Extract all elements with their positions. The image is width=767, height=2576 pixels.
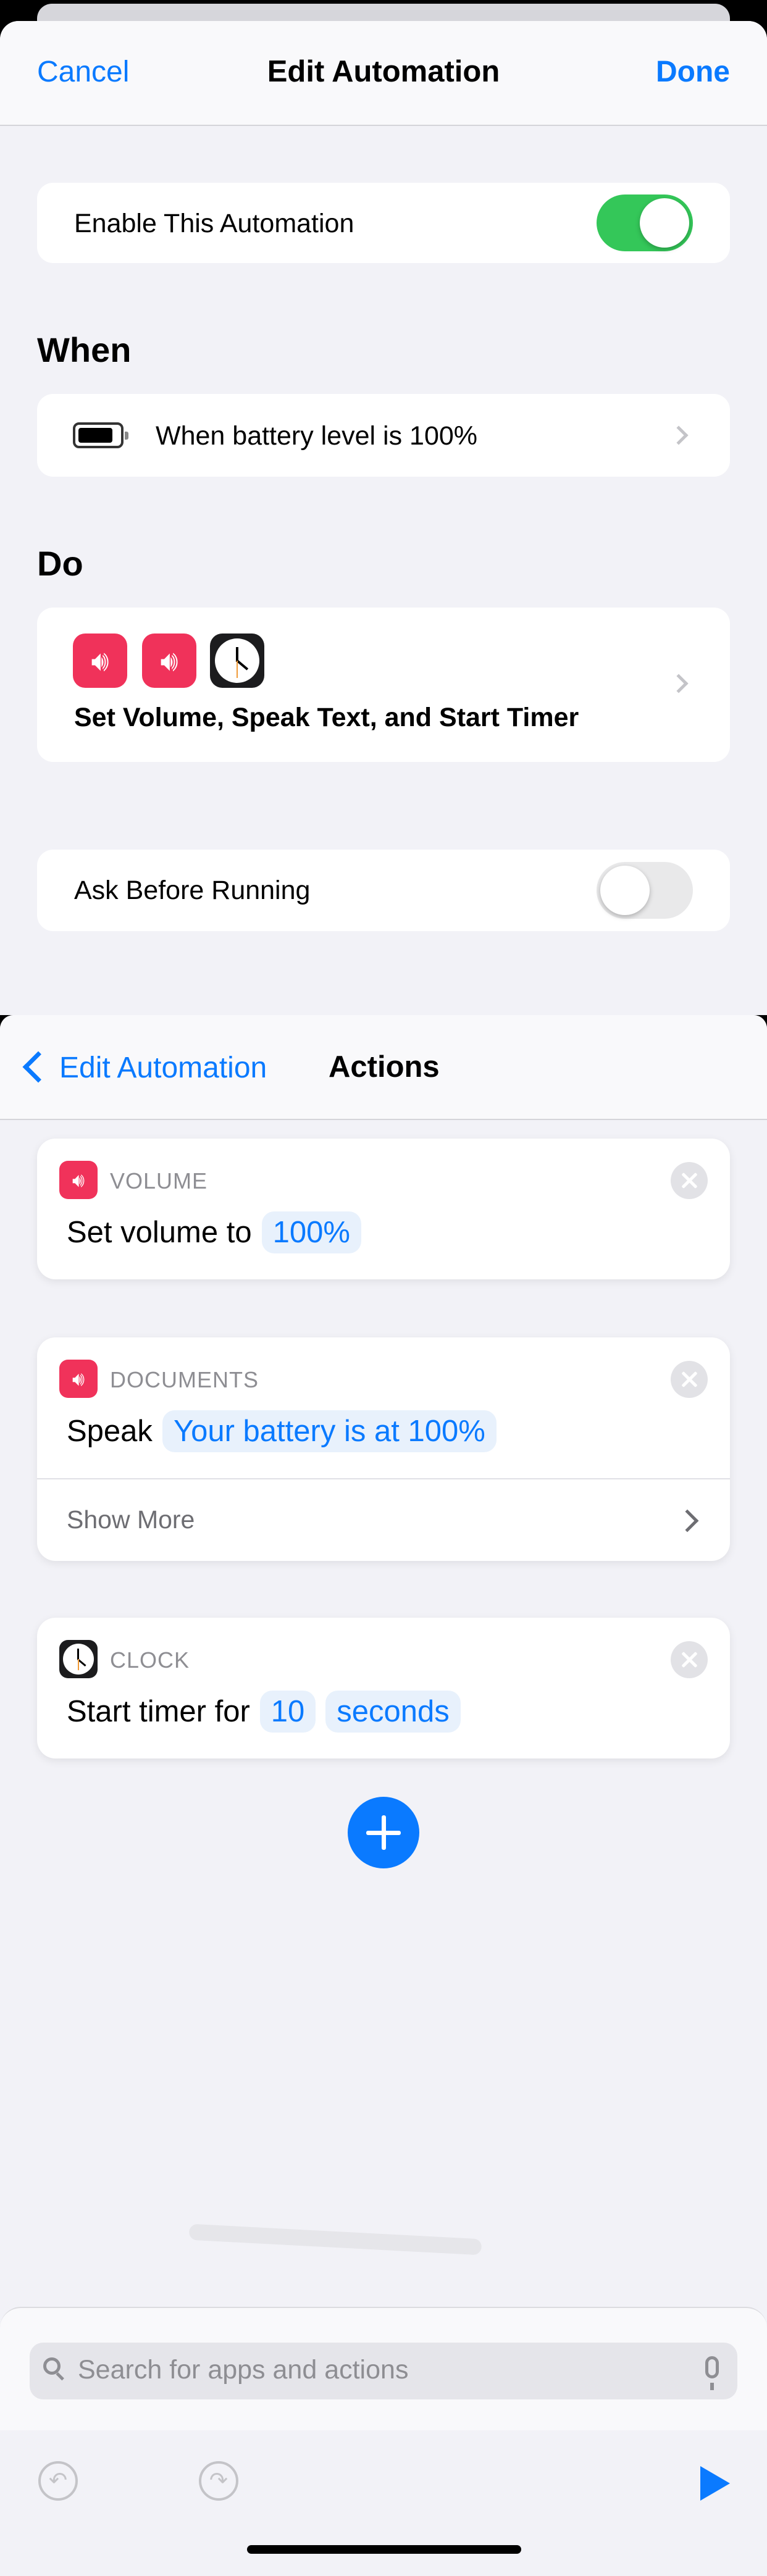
timer-duration-token[interactable]: 10 (259, 1691, 316, 1733)
action-card-set-volume: 🔊︎ VOLUME Set volume to 100% (37, 1139, 730, 1279)
close-icon[interactable] (671, 1361, 708, 1398)
toggle-knob (640, 198, 689, 248)
scroll-grabber (188, 2223, 482, 2256)
volume-value-token[interactable]: 100% (261, 1211, 361, 1253)
when-section-header: When (37, 330, 132, 369)
navigation-bar: Edit Automation Actions (0, 1015, 767, 1120)
when-trigger-row[interactable]: When battery level is 100% (37, 394, 730, 477)
close-icon[interactable] (671, 1162, 708, 1199)
navigation-bar: Cancel Edit Automation Done (0, 21, 767, 126)
speaker-icon: 🔊︎ (59, 1360, 98, 1398)
search-input[interactable]: Search for apps and actions (78, 2355, 408, 2385)
timer-unit-token[interactable]: seconds (325, 1691, 461, 1733)
home-indicator (247, 2545, 521, 2554)
speaker-icon: 🔊︎ (59, 1161, 98, 1199)
bottom-toolbar: ↶ ↷ (0, 2430, 767, 2576)
search-icon (43, 2357, 65, 2381)
action-sentence: Start timer for 10 seconds (67, 1691, 461, 1733)
search-field[interactable]: Search for apps and actions (30, 2343, 737, 2399)
play-icon[interactable] (700, 2466, 730, 2501)
action-text: Set volume to (67, 1216, 252, 1249)
page-title: Actions (329, 1050, 440, 1084)
ask-before-running-toggle[interactable] (597, 862, 693, 919)
divider (37, 1478, 730, 1479)
action-category: CLOCK (110, 1647, 190, 1673)
chevron-right-icon (676, 1509, 699, 1533)
close-icon[interactable] (671, 1641, 708, 1678)
back-button[interactable]: Edit Automation (59, 1051, 267, 1085)
mic-icon[interactable] (705, 2356, 719, 2390)
clock-icon (210, 634, 264, 688)
done-button[interactable]: Done (656, 55, 730, 89)
actions-sheet: Edit Automation Actions 🔊︎ VOLUME Set vo… (0, 1015, 767, 2576)
page-title: Edit Automation (267, 55, 500, 88)
battery-icon (73, 422, 128, 448)
when-trigger-label: When battery level is 100% (156, 421, 478, 451)
action-card-speak-text: 🔊︎ DOCUMENTS Speak Your battery is at 10… (37, 1337, 730, 1561)
action-category: VOLUME (110, 1168, 208, 1194)
action-card-start-timer: CLOCK Start timer for 10 seconds (37, 1618, 730, 1758)
undo-icon[interactable]: ↶ (38, 2461, 78, 2501)
action-text: Speak (67, 1415, 153, 1448)
chevron-right-icon (669, 425, 689, 445)
speaker-icon: 🔊︎ (142, 634, 196, 688)
do-actions-row[interactable]: 🔊︎ 🔊︎ Set Volume, Speak Text, and Start … (37, 608, 730, 762)
action-sentence: Speak Your battery is at 100% (67, 1410, 497, 1452)
back-chevron-icon[interactable] (22, 1051, 54, 1083)
enable-automation-label: Enable This Automation (74, 209, 354, 238)
add-action-button[interactable] (348, 1797, 419, 1868)
enable-automation-row: Enable This Automation (37, 183, 730, 263)
action-category: DOCUMENTS (110, 1367, 259, 1392)
redo-icon[interactable]: ↷ (199, 2461, 238, 2501)
action-text: Start timer for (67, 1695, 250, 1728)
do-actions-summary: Set Volume, Speak Text, and Start Timer (74, 703, 579, 732)
edit-automation-sheet: Cancel Edit Automation Done Enable This … (0, 21, 767, 1015)
enable-automation-toggle[interactable] (597, 194, 693, 251)
ask-before-running-label: Ask Before Running (74, 876, 311, 905)
ask-before-running-row: Ask Before Running (37, 850, 730, 931)
chevron-right-icon (669, 674, 689, 693)
action-sentence: Set volume to 100% (67, 1211, 361, 1253)
show-more-button[interactable]: Show More (67, 1505, 195, 1534)
clock-icon (59, 1640, 98, 1678)
speaker-icon: 🔊︎ (73, 634, 127, 688)
do-section-header: Do (37, 544, 83, 583)
toggle-knob (600, 866, 650, 915)
speak-text-token[interactable]: Your battery is at 100% (162, 1410, 497, 1452)
